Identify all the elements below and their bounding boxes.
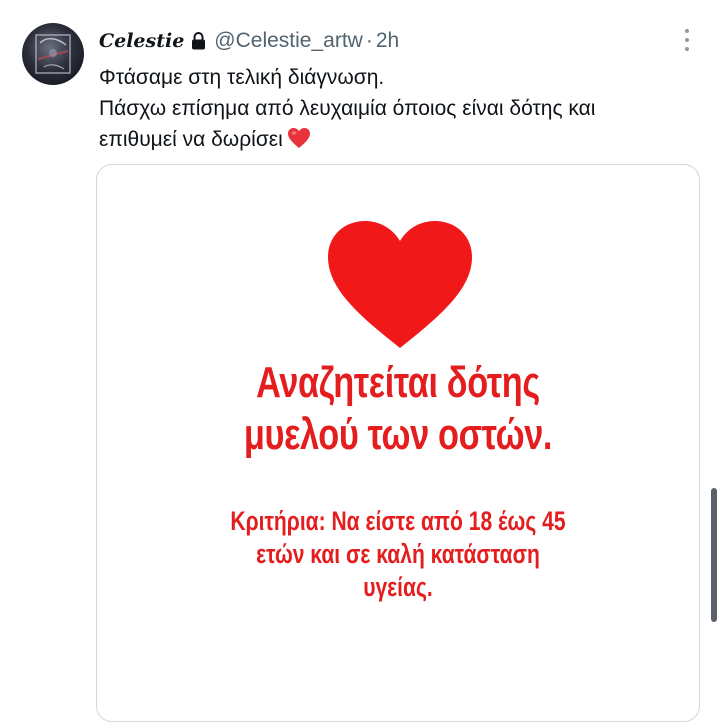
red-heart-emoji-icon [287,127,311,158]
headline-line: Αναζητείται δότης [256,358,540,407]
media-card[interactable]: Αναζητείται δότης μυελού των οστών. Κριτ… [96,164,700,722]
avatar-artwork-icon [35,34,71,74]
tweet-text: Φτάσαμε στη τελική διάγνωση. Πάσχω επίση… [99,62,699,158]
criteria-line: υγείας. [363,572,433,602]
more-dot [685,47,689,51]
more-dot [685,38,689,42]
donor-criteria: Κριτήρια: Να είστε από 18 έως 45 ετών κα… [163,505,633,604]
tweet-text-line: Πάσχω επίσημα από λευχαιμία όποιος είναι… [99,97,596,120]
tweet-header: Celestie @Celestie_artw · 2h [99,27,399,55]
scrollbar-thumb[interactable] [711,488,717,622]
tweet-text-line: επιθυμεί να δωρίσει [99,124,699,158]
headline-line: μυελού των οστών. [243,410,553,459]
tweet[interactable]: Celestie @Celestie_artw · 2h Φτάσαμε στη… [0,0,720,724]
donor-headline: Αναζητείται δότης μυελού των οστών. [163,357,633,461]
lock-icon [191,32,206,50]
tweet-text-line: Φτάσαμε στη τελική διάγνωση. [99,66,385,89]
criteria-line: Κριτήρια: Να είστε από 18 έως 45 [230,506,566,536]
more-dot [685,29,689,33]
user-handle[interactable]: @Celestie_artw [214,29,363,53]
separator-dot: · [365,29,373,52]
timestamp[interactable]: 2h [376,29,399,53]
tweet-text-line-content: επιθυμεί να δωρίσει [99,128,283,151]
criteria-line: ετών και σε καλή κατάσταση [256,539,540,569]
more-icon[interactable] [676,24,698,56]
display-name[interactable]: Celestie [99,30,184,52]
avatar[interactable] [22,23,84,85]
big-heart-icon [328,221,472,348]
